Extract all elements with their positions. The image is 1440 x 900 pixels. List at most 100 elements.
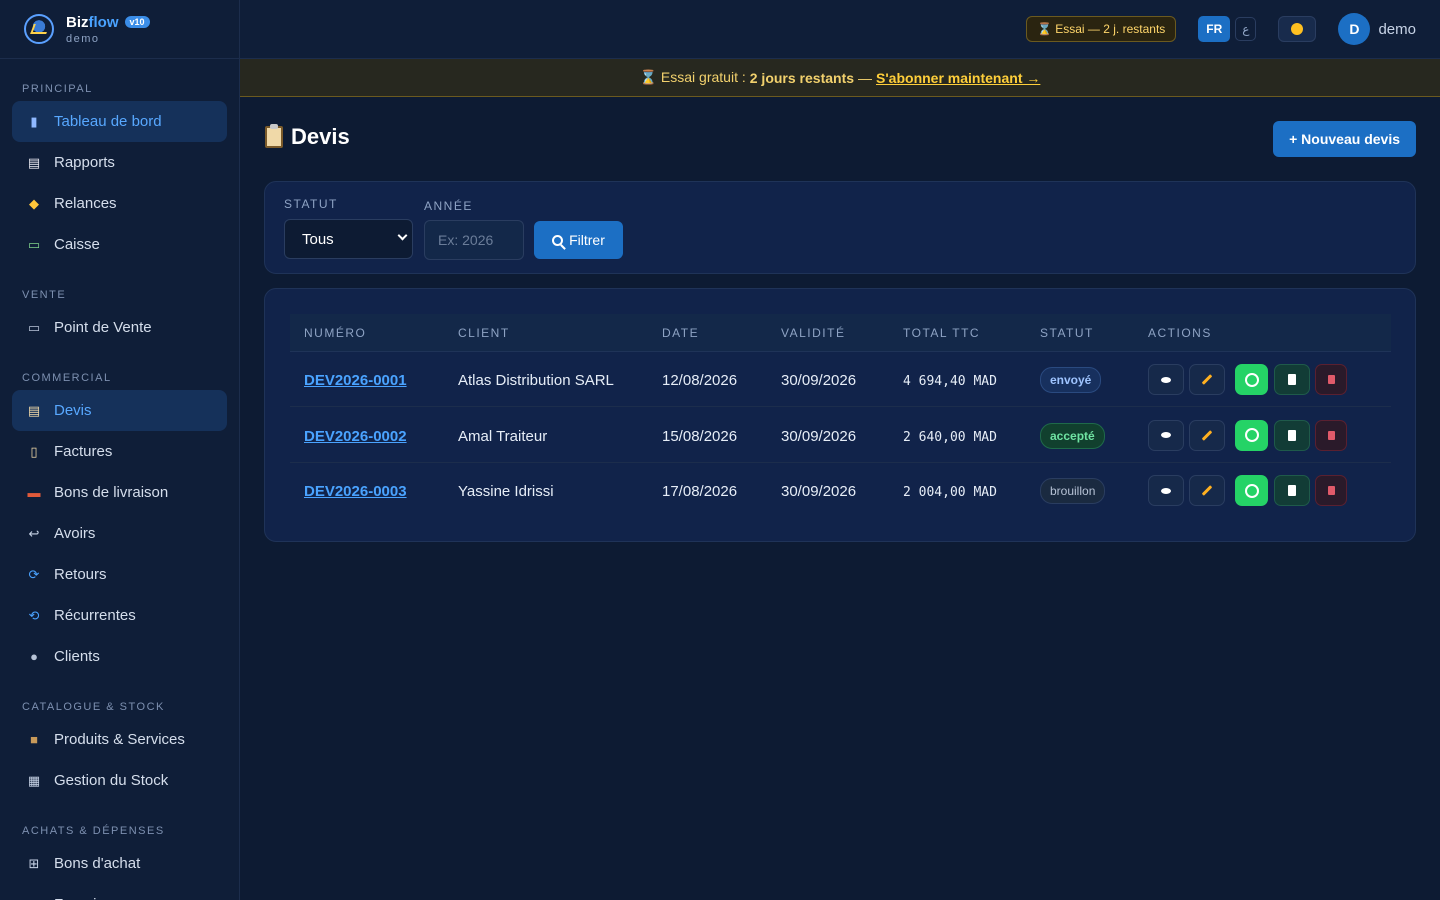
refresh-icon: ⟳ xyxy=(28,566,40,582)
whatsapp-button[interactable] xyxy=(1235,364,1268,395)
status-badge: envoyé xyxy=(1040,367,1102,393)
sidebar-item-label: Récurrentes xyxy=(54,607,136,624)
trial-pill[interactable]: ⌛ Essai — 2 j. restants xyxy=(1025,16,1177,42)
sidebar-item-label: Caisse xyxy=(54,236,100,253)
sidebar-item-label: Gestion du Stock xyxy=(54,772,169,789)
lang-ar-button[interactable]: ع xyxy=(1235,17,1257,41)
bizflow-logo-icon xyxy=(24,14,54,44)
sidebar-item-clients[interactable]: ● Clients xyxy=(12,636,227,677)
banner-prefix: ⌛ Essai gratuit : xyxy=(639,69,746,85)
truck-icon: ▬ xyxy=(27,485,41,500)
col-date: DATE xyxy=(662,326,700,340)
sidebar-item-bons-de-livraison[interactable]: ▬ Bons de livraison xyxy=(12,472,227,513)
warehouse-icon: ▦ xyxy=(27,772,41,788)
document-button[interactable] xyxy=(1274,419,1310,451)
sidebar-item-produits-services[interactable]: ■ Produits & Services xyxy=(12,719,227,760)
quote-number-link[interactable]: DEV2026-0002 xyxy=(304,428,407,445)
sidebar-item-relances[interactable]: ◆ Relances xyxy=(12,183,227,224)
filter-button[interactable]: Filtrer xyxy=(534,221,623,259)
sidebar-item-label: Produits & Services xyxy=(54,731,185,748)
return-arrow-icon: ↩ xyxy=(28,525,40,541)
year-input[interactable]: Ex: 2026 xyxy=(424,220,524,260)
search-icon xyxy=(552,234,564,246)
col-numero: NUMÉRO xyxy=(304,326,367,340)
sidebar-item-label: Factures xyxy=(54,443,113,460)
year-filter-label: ANNÉE xyxy=(424,199,473,213)
page-title-text: Devis xyxy=(291,124,350,149)
nav-section-title: CATALOGUE & STOCK xyxy=(22,701,165,713)
table-row: DEV2026-0001 Atlas Distribution SARL 12/08… xyxy=(290,352,1391,407)
client-cell: Amal Traiteur xyxy=(458,427,548,445)
validity-cell: 30/09/2026 xyxy=(781,427,857,445)
whatsapp-button[interactable] xyxy=(1235,419,1268,451)
sidebar-item-label: Devis xyxy=(54,402,92,419)
chart-icon: ▮ xyxy=(30,113,38,129)
sidebar-item-fournisseurs[interactable]: ▥ Fournisseurs xyxy=(12,884,227,900)
brand-name-part1: Biz xyxy=(66,13,89,31)
col-validite: VALIDITÉ xyxy=(781,326,846,340)
view-button[interactable] xyxy=(1148,475,1184,506)
invoice-icon: ▯ xyxy=(30,443,38,459)
brand-subtitle: demo xyxy=(66,32,100,45)
document-button[interactable] xyxy=(1274,364,1310,395)
total-cell: 2 004,00 MAD xyxy=(903,485,997,500)
report-icon: ▤ xyxy=(27,154,41,170)
sidebar-item-retours[interactable]: ⟳ Retours xyxy=(12,554,227,595)
sidebar: Biz flow v10 demo PRINCIPAL ▮ Tableau de b… xyxy=(0,0,240,900)
document-button[interactable] xyxy=(1274,475,1310,506)
sidebar-item-avoirs[interactable]: ↩ Avoirs xyxy=(12,513,227,554)
banner-days: 2 jours restants xyxy=(749,69,855,86)
sidebar-item-caisse[interactable]: ▭ Caisse xyxy=(12,224,227,265)
version-badge: v10 xyxy=(124,16,150,28)
subscribe-link[interactable]: S'abonner maintenant → xyxy=(876,70,1040,86)
sidebar-item-bons-d-achat[interactable]: ⊞ Bons d'achat xyxy=(12,843,227,884)
view-button[interactable] xyxy=(1148,419,1184,451)
sidebar-item-label: Tableau de bord xyxy=(54,113,162,130)
avatar[interactable]: D xyxy=(1338,13,1371,45)
quote-number-link[interactable]: DEV2026-0001 xyxy=(304,372,407,389)
whatsapp-icon xyxy=(1244,483,1259,498)
sidebar-item-rapports[interactable]: ▤ Rapports xyxy=(12,142,227,183)
sidebar-item-devis[interactable]: ▤ Devis xyxy=(12,390,227,431)
trial-banner: ⌛ Essai gratuit : 2 jours restants — S'a… xyxy=(240,59,1440,97)
eye-icon xyxy=(1161,432,1171,438)
status-select[interactable]: Tous xyxy=(284,219,413,259)
status-filter-label: STATUT xyxy=(284,197,338,211)
validity-cell: 30/09/2026 xyxy=(781,372,857,389)
trash-icon xyxy=(1327,375,1335,384)
new-quote-button[interactable]: + Nouveau devis xyxy=(1273,121,1416,157)
sidebar-item-point-de-vente[interactable]: ▭ Point de Vente xyxy=(12,307,227,348)
nav-section-title: PRINCIPAL xyxy=(22,83,93,95)
quote-number-link[interactable]: DEV2026-0003 xyxy=(304,483,407,500)
whatsapp-button[interactable] xyxy=(1235,475,1268,506)
document-icon xyxy=(1288,485,1296,496)
whatsapp-icon xyxy=(1244,372,1259,387)
delete-button[interactable] xyxy=(1315,475,1347,506)
nav-section-title: ACHATS & DÉPENSES xyxy=(22,825,165,837)
view-button[interactable] xyxy=(1148,364,1184,395)
edit-button[interactable] xyxy=(1189,419,1225,451)
sidebar-item-r-currentes[interactable]: ⟲ Récurrentes xyxy=(12,595,227,636)
sidebar-item-label: Fournisseurs xyxy=(54,896,141,900)
lang-fr-button[interactable]: FR xyxy=(1198,16,1231,42)
edit-button[interactable] xyxy=(1189,475,1225,506)
user-name[interactable]: demo xyxy=(1378,21,1416,38)
edit-button[interactable] xyxy=(1189,364,1225,395)
sidebar-item-gestion-du-stock[interactable]: ▦ Gestion du Stock xyxy=(12,760,227,801)
cash-icon: ▭ xyxy=(27,236,41,252)
brand[interactable]: Biz flow v10 demo xyxy=(0,0,239,59)
pencil-icon xyxy=(1201,374,1213,385)
users-icon: ● xyxy=(30,649,38,664)
delete-button[interactable] xyxy=(1315,419,1347,451)
sidebar-item-label: Retours xyxy=(54,566,107,583)
delete-button[interactable] xyxy=(1315,364,1347,395)
page-title: Devis xyxy=(265,124,350,150)
date-cell: 15/08/2026 xyxy=(662,427,738,445)
status-select-value: Tous xyxy=(302,230,334,248)
sidebar-item-tableau-de-bord[interactable]: ▮ Tableau de bord xyxy=(12,101,227,142)
document-icon xyxy=(1288,429,1296,441)
topbar: ⌛ Essai — 2 j. restants FR ع D demo xyxy=(240,0,1440,59)
theme-toggle-button[interactable] xyxy=(1278,16,1317,42)
box-icon: ■ xyxy=(30,732,38,747)
sidebar-item-factures[interactable]: ▯ Factures xyxy=(12,431,227,472)
